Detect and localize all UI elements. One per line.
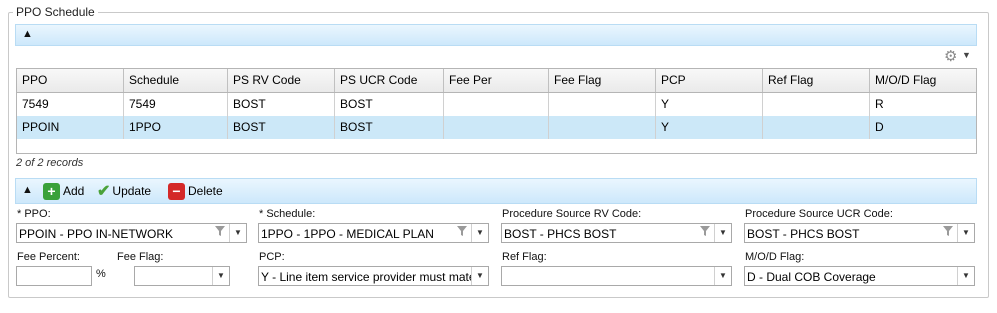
chevron-down-icon[interactable]: ▼ (957, 267, 974, 285)
fee-percent-input[interactable] (16, 266, 92, 286)
fee-flag-label: Fee Flag: (117, 251, 164, 263)
pcp-label: PCP: (259, 251, 285, 263)
schedule-label: * Schedule: (259, 208, 316, 220)
chevron-up-icon[interactable]: ▲ (22, 28, 33, 40)
cell-ref-flag (763, 93, 870, 116)
cell-fee-per (444, 93, 549, 116)
panel-title: PPO Schedule (13, 5, 98, 19)
grid-collapse-bar[interactable]: ▲ (15, 24, 977, 46)
column-header-pcp[interactable]: PCP (656, 69, 763, 92)
ref-flag-label: Ref Flag: (502, 251, 547, 263)
chevron-down-icon[interactable]: ▼ (471, 267, 488, 285)
rv-code-value: BOST - PHCS BOST (504, 227, 617, 241)
cell-ppo: PPOIN (17, 116, 124, 139)
checkmark-icon: ✔ (97, 183, 111, 200)
chevron-down-icon[interactable]: ▼ (471, 224, 488, 242)
ppo-value: PPOIN - PPO IN-NETWORK (19, 227, 174, 241)
chevron-down-icon[interactable]: ▼ (714, 267, 731, 285)
cell-ps-ucr-code: BOST (335, 116, 444, 139)
cell-pcp: Y (656, 93, 763, 116)
cell-mod-flag: R (875, 97, 884, 111)
rv-code-combobox[interactable]: BOST - PHCS BOST ▼ (501, 223, 732, 243)
grid-header-row: PPO Schedule PS RV Code PS UCR Code Fee … (17, 69, 976, 93)
pcp-combobox[interactable]: Y - Line item service provider must mate… (258, 266, 489, 286)
cell-fee-flag (549, 93, 656, 116)
column-header-schedule[interactable]: Schedule (124, 69, 228, 92)
column-header-ppo[interactable]: PPO (17, 69, 124, 92)
delete-button[interactable]: − Delete (168, 182, 223, 200)
fee-flag-combobox[interactable]: ▼ (134, 266, 230, 286)
ppo-combobox[interactable]: PPOIN - PPO IN-NETWORK ▼ (16, 223, 247, 243)
column-header-fee-flag[interactable]: Fee Flag (549, 69, 656, 92)
ppo-label: * PPO: (17, 208, 51, 220)
column-header-mod-flag[interactable]: M/O/D Flag (870, 69, 976, 92)
record-count: 2 of 2 records (16, 157, 84, 169)
delete-label: Delete (188, 184, 223, 198)
ref-flag-combobox[interactable]: ▼ (501, 266, 732, 286)
cell-schedule: 7549 (124, 93, 228, 116)
cell-ps-rv-code: BOST (228, 93, 335, 116)
chevron-down-icon[interactable]: ▼ (212, 267, 229, 285)
table-row[interactable]: 7549 7549 BOST BOST Y R (17, 93, 976, 117)
column-header-fee-per[interactable]: Fee Per (444, 69, 549, 92)
editor-collapse-bar[interactable]: ▲ (15, 178, 977, 204)
cell-ref-flag (763, 116, 870, 139)
plus-icon: + (43, 182, 60, 200)
cell-pcp: Y (656, 116, 763, 139)
ucr-code-label: Procedure Source UCR Code: (745, 208, 893, 220)
chevron-down-icon[interactable]: ▼ (229, 224, 246, 242)
minus-icon: − (168, 182, 185, 200)
funnel-icon[interactable] (939, 225, 957, 241)
gear-icon[interactable]: ⚙ (944, 47, 957, 65)
chevron-up-icon[interactable]: ▲ (22, 184, 33, 196)
add-label: Add (63, 184, 85, 198)
mod-flag-value: D - Dual COB Coverage (747, 270, 876, 284)
column-header-ps-ucr-code[interactable]: PS UCR Code (335, 69, 444, 92)
cell-ps-rv-code: BOST (228, 116, 335, 139)
fee-percent-label: Fee Percent: (17, 251, 80, 263)
ppo-schedule-grid: PPO Schedule PS RV Code PS UCR Code Fee … (16, 68, 977, 154)
cell-ppo: 7549 (17, 93, 124, 116)
update-button[interactable]: ✔ Update (97, 182, 151, 200)
mod-flag-combobox[interactable]: D - Dual COB Coverage ▼ (744, 266, 975, 286)
schedule-value: 1PPO - 1PPO - MEDICAL PLAN (261, 227, 434, 241)
chevron-down-icon[interactable]: ▼ (957, 224, 974, 242)
cell-fee-per (444, 116, 549, 139)
chevron-down-icon[interactable]: ▼ (962, 50, 971, 60)
cell-ps-ucr-code: BOST (335, 93, 444, 116)
schedule-combobox[interactable]: 1PPO - 1PPO - MEDICAL PLAN ▼ (258, 223, 489, 243)
cell-fee-flag (549, 116, 656, 139)
column-header-ps-rv-code[interactable]: PS RV Code (228, 69, 335, 92)
table-row-selected[interactable]: PPOIN 1PPO BOST BOST Y D (17, 116, 976, 139)
add-button[interactable]: + Add (43, 182, 84, 200)
pcp-value: Y - Line item service provider must mate (261, 270, 471, 284)
funnel-icon[interactable] (211, 225, 229, 241)
ucr-code-combobox[interactable]: BOST - PHCS BOST ▼ (744, 223, 975, 243)
mod-flag-label: M/O/D Flag: (745, 251, 805, 263)
update-label: Update (112, 184, 152, 198)
cell-mod-flag: D (875, 120, 884, 134)
cell-schedule: 1PPO (124, 116, 228, 139)
funnel-icon[interactable] (453, 225, 471, 241)
funnel-icon[interactable] (696, 225, 714, 241)
percent-sign: % (96, 268, 106, 280)
column-header-ref-flag[interactable]: Ref Flag (763, 69, 870, 92)
chevron-down-icon[interactable]: ▼ (714, 224, 731, 242)
rv-code-label: Procedure Source RV Code: (502, 208, 642, 220)
ucr-code-value: BOST - PHCS BOST (747, 227, 860, 241)
